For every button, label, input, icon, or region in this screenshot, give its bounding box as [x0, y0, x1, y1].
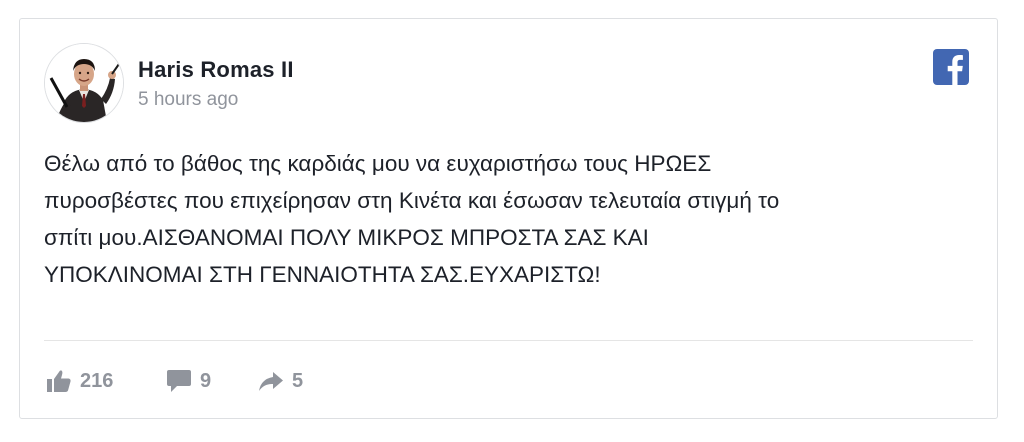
- comment-count[interactable]: 9: [166, 368, 211, 394]
- author-name[interactable]: Haris Romas II: [138, 57, 294, 83]
- like-count-value: 216: [80, 369, 114, 392]
- comment-count-value: 9: [200, 369, 212, 392]
- facebook-post-card: Haris Romas II 5 hours ago Θέλω από το β…: [19, 18, 998, 419]
- facebook-icon[interactable]: [933, 49, 969, 85]
- share-count[interactable]: 5: [258, 368, 303, 394]
- post-text: Θέλω από το βάθος της καρδιάς μου να ευχ…: [44, 151, 780, 287]
- profile-photo: [45, 44, 123, 122]
- comment-bubble-icon: [166, 369, 192, 393]
- thumbs-up-icon: [46, 369, 72, 393]
- share-arrow-icon: [258, 369, 284, 393]
- post-timestamp[interactable]: 5 hours ago: [138, 89, 238, 111]
- like-count[interactable]: 216: [46, 368, 113, 394]
- avatar[interactable]: [44, 43, 124, 123]
- divider: [44, 340, 973, 341]
- share-count-value: 5: [292, 369, 304, 392]
